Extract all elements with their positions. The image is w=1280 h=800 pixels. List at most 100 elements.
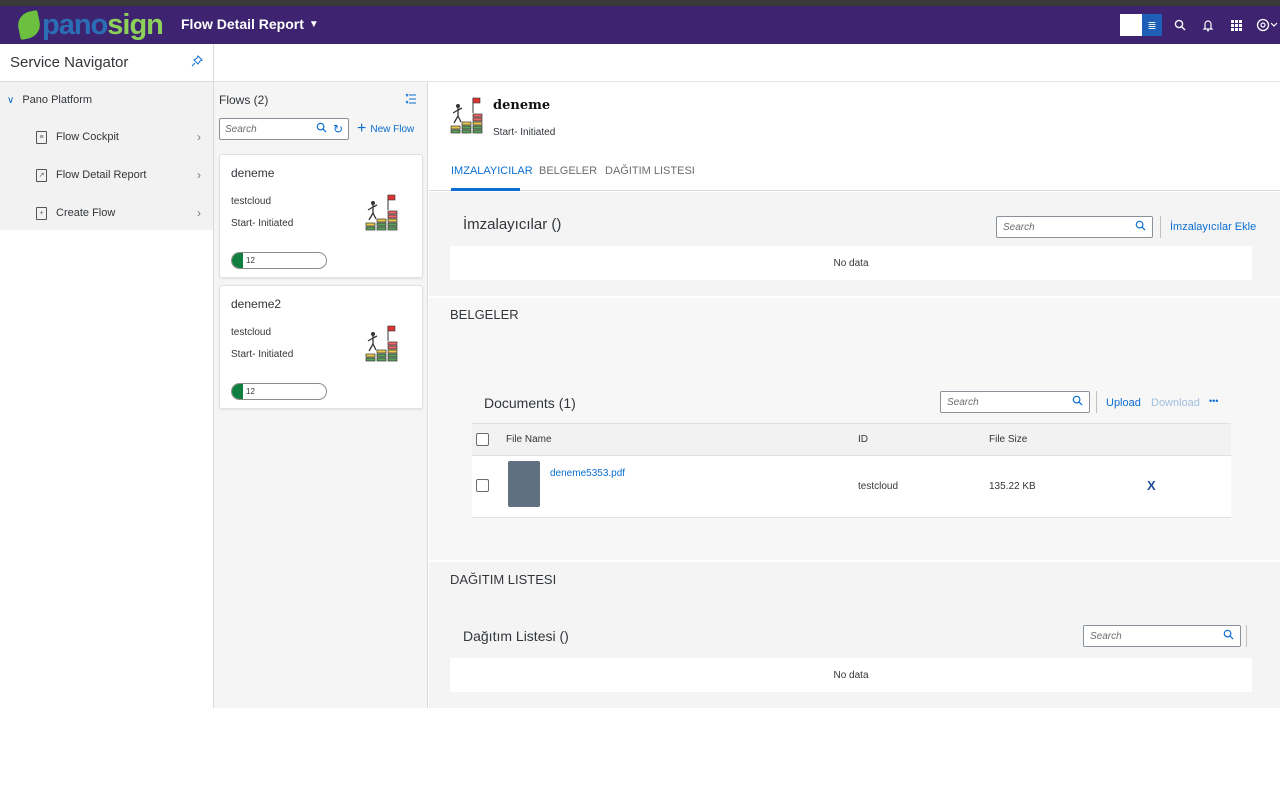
distribution-title: Dağıtım Listesi () — [463, 628, 569, 644]
plus-icon: + — [357, 120, 367, 137]
toolbar-separator — [1096, 391, 1097, 413]
flows-search-input[interactable]: Search ↻ — [219, 118, 349, 140]
flows-count-title: Flows (2) — [219, 93, 269, 107]
file-id: testcloud — [858, 481, 899, 492]
file-thumbnail — [508, 461, 540, 507]
select-all-checkbox[interactable] — [476, 433, 489, 446]
climbing-stairs-icon — [450, 97, 483, 134]
flows-header: Flows (2) — [214, 82, 427, 118]
detail-tabs: IMZALAYICILAR BELGELER DAĞITIM LISTESI — [429, 152, 1280, 191]
nav-item-label: Flow Detail Report — [56, 169, 147, 181]
leaf-icon — [15, 9, 43, 41]
bell-icon[interactable] — [1198, 14, 1218, 36]
distribution-empty-state: No data — [450, 658, 1252, 692]
search-icon[interactable] — [1170, 14, 1190, 36]
column-file-size: File Size — [989, 434, 1028, 445]
settings-icon[interactable] — [1254, 14, 1280, 36]
signers-section: İmzalayıcılar () Search İmzalayıcılar Ek… — [429, 192, 1280, 296]
row-checkbox[interactable] — [476, 479, 489, 492]
download-button[interactable]: Download — [1151, 397, 1200, 409]
flow-owner: testcloud — [231, 196, 272, 207]
flow-progress-bar: 12 — [231, 252, 327, 269]
nav-group-label: Pano Platform — [22, 94, 93, 106]
panosign-logo[interactable]: pano sign — [15, 6, 164, 44]
flow-status: Start- Initiated — [231, 218, 294, 229]
app-title-menu[interactable]: Flow Detail Report ▼ — [181, 16, 319, 32]
pin-icon[interactable] — [191, 55, 203, 70]
documents-search-input[interactable]: Search — [940, 391, 1090, 413]
flows-list-panel: Flows (2) Search ↻ + New Flow deneme tes… — [214, 82, 428, 708]
search-icon[interactable] — [316, 122, 327, 136]
progress-label: 12 — [246, 387, 255, 396]
dropdown-icon: ▼ — [308, 18, 319, 30]
chevron-right-icon: › — [197, 130, 201, 144]
toolbar-separator — [1160, 216, 1161, 238]
new-flow-label: New Flow — [370, 123, 415, 135]
table-row[interactable]: deneme5353.pdf testcloud 135.22 KB X — [472, 456, 1231, 518]
flow-card[interactable]: deneme testcloud Start- Initiated 12 — [219, 154, 423, 278]
add-signers-link[interactable]: İmzalayıcılar Ekle — [1170, 221, 1256, 233]
tab-dagitim-listesi[interactable]: DAĞITIM LISTESI — [605, 165, 695, 177]
search-icon[interactable] — [1072, 395, 1083, 409]
chevron-down-icon: ∨ — [7, 94, 15, 106]
distribution-section: DAĞITIM LISTESI Dağıtım Listesi () Searc… — [429, 562, 1280, 708]
app-title-text: Flow Detail Report — [181, 16, 304, 32]
apps-grid-icon[interactable] — [1226, 14, 1246, 36]
column-file-name: File Name — [506, 434, 552, 445]
content-topbar — [214, 44, 1280, 82]
search-placeholder: Search — [1090, 630, 1122, 642]
no-data-text: No data — [833, 669, 869, 681]
navigator-title: Service Navigator — [10, 54, 129, 71]
nav-item-label: Flow Cockpit — [56, 131, 119, 143]
signers-empty-state: No data — [450, 246, 1252, 280]
nav-item-flow-detail-report[interactable]: ↗ Flow Detail Report › — [0, 156, 213, 194]
refresh-icon[interactable]: ↻ — [333, 122, 343, 136]
climbing-stairs-icon — [365, 194, 398, 231]
documents-section-title: BELGELER — [450, 307, 519, 322]
upload-button[interactable]: Upload — [1106, 397, 1141, 409]
theme-swatch[interactable] — [1120, 14, 1142, 36]
new-flow-button[interactable]: + New Flow — [357, 120, 414, 138]
flow-detail-pane: deneme Start- Initiated IMZALAYICILAR BE… — [429, 82, 1280, 708]
search-placeholder: Search — [1003, 221, 1035, 233]
nav-item-flow-cockpit[interactable]: ≡ Flow Cockpit › — [0, 118, 213, 156]
chevron-right-icon: › — [197, 206, 201, 220]
nav-group-pano-platform[interactable]: ∨ Pano Platform — [0, 82, 213, 118]
documents-table-title: Documents (1) — [484, 395, 576, 411]
navigator-list: ∨ Pano Platform ≡ Flow Cockpit › ↗ Flow … — [0, 82, 213, 230]
nav-item-label: Create Flow — [56, 207, 116, 219]
shell-bar: pano sign Flow Detail Report ▼ ≣ — [0, 6, 1280, 44]
flow-title: deneme — [493, 98, 551, 113]
search-icon[interactable] — [1135, 220, 1146, 234]
no-data-text: No data — [833, 257, 869, 269]
documents-table-header: File Name ID File Size — [472, 423, 1231, 456]
navigator-header: Service Navigator — [0, 44, 213, 82]
report-icon: ↗ — [36, 168, 47, 182]
chevron-right-icon: › — [197, 168, 201, 182]
tab-imzalayicilar[interactable]: IMZALAYICILAR — [451, 165, 533, 177]
signers-title: İmzalayıcılar () — [463, 216, 562, 233]
search-placeholder: Search — [947, 396, 979, 408]
document-icon: ≡ — [36, 130, 47, 144]
layout-icon[interactable]: ≣ — [1142, 14, 1162, 36]
toolbar-separator — [1246, 625, 1247, 647]
flow-card[interactable]: deneme2 testcloud Start- Initiated 12 — [219, 285, 423, 409]
tab-belgeler[interactable]: BELGELER — [539, 165, 597, 177]
progress-label: 12 — [246, 256, 255, 265]
distribution-search-input[interactable]: Search — [1083, 625, 1241, 647]
progress-fill — [232, 253, 244, 268]
flows-toolbar: Search ↻ + New Flow — [214, 118, 427, 140]
more-options-icon[interactable]: ••• — [1209, 396, 1218, 406]
file-name-link[interactable]: deneme5353.pdf — [550, 468, 625, 479]
nav-item-create-flow[interactable]: + Create Flow › — [0, 194, 213, 232]
search-placeholder: Search — [225, 123, 257, 135]
signers-search-input[interactable]: Search — [996, 216, 1153, 238]
search-icon[interactable] — [1223, 629, 1234, 643]
logo-text-sign: sign — [107, 8, 164, 41]
flow-owner: testcloud — [231, 327, 272, 338]
delete-icon[interactable]: X — [1147, 478, 1156, 493]
climbing-stairs-icon — [365, 325, 398, 362]
flow-subtitle: Start- Initiated — [493, 127, 556, 138]
distribution-section-title: DAĞITIM LISTESI — [450, 572, 557, 587]
sort-icon[interactable] — [405, 93, 416, 108]
